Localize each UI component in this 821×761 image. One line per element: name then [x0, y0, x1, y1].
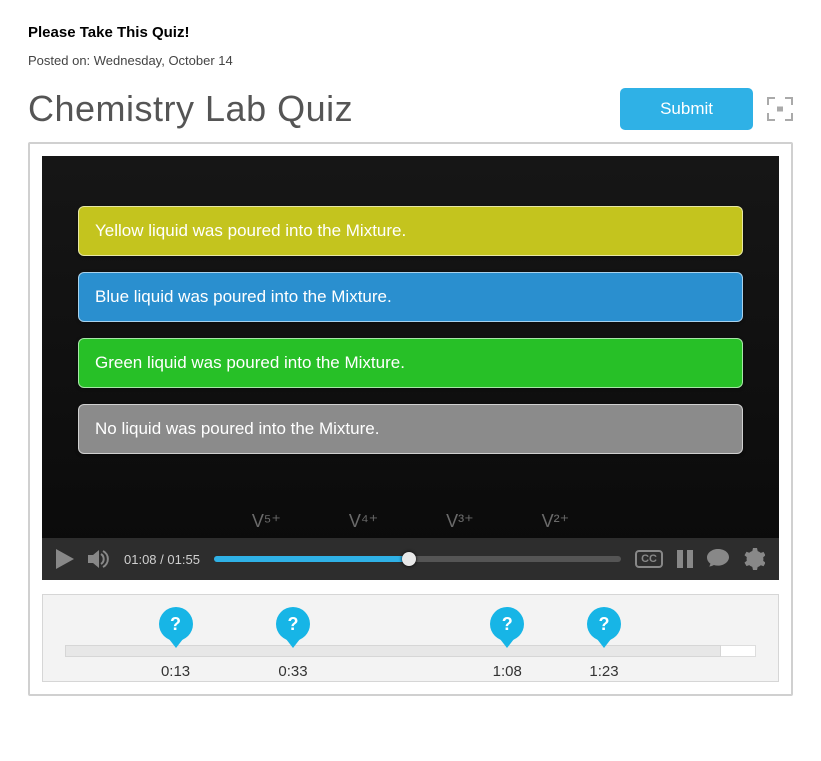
- volume-icon[interactable]: [88, 550, 110, 568]
- timeline-marker: ? 0:13: [159, 607, 193, 680]
- answer-option-green[interactable]: Green liquid was poured into the Mixture…: [78, 338, 743, 388]
- marker-time: 0:33: [278, 663, 307, 680]
- marker-time: 1:08: [493, 663, 522, 680]
- timeline-track: ? 0:13 ? 0:33 ? 1:08 ? 1:23: [65, 617, 756, 661]
- post-title: Please Take This Quiz!: [28, 24, 793, 41]
- post-date: Posted on: Wednesday, October 14: [28, 53, 793, 68]
- answer-options: Yellow liquid was poured into the Mixtur…: [78, 206, 743, 454]
- time-total: 01:55: [167, 552, 200, 567]
- question-pin-icon[interactable]: ?: [159, 607, 193, 641]
- quiz-header: Chemistry Lab Quiz Submit: [28, 88, 793, 130]
- quiz-card: Zn +2VO²⁺ +4H⁺ —>2V³⁺ +Zn²⁺ +H₂O V⁵⁺ V⁴⁺…: [28, 142, 793, 696]
- comment-icon[interactable]: [707, 549, 729, 569]
- timeline-marker: ? 1:23: [587, 607, 621, 680]
- play-icon[interactable]: [56, 549, 74, 569]
- fullscreen-icon[interactable]: [767, 97, 793, 121]
- v-label: V⁴⁺: [349, 511, 378, 532]
- v-label: V⁵⁺: [252, 511, 281, 532]
- video-progress-bar[interactable]: [214, 556, 621, 562]
- timeline-marker: ? 1:08: [490, 607, 524, 680]
- question-pin-icon[interactable]: ?: [490, 607, 524, 641]
- answer-option-yellow[interactable]: Yellow liquid was poured into the Mixtur…: [78, 206, 743, 256]
- answer-option-blue[interactable]: Blue liquid was poured into the Mixture.: [78, 272, 743, 322]
- question-pin-icon[interactable]: ?: [276, 607, 310, 641]
- time-current: 01:08: [124, 552, 157, 567]
- question-pin-icon[interactable]: ?: [587, 607, 621, 641]
- timeline-marker: ? 0:33: [276, 607, 310, 680]
- progress-filled: [214, 556, 409, 562]
- cc-icon[interactable]: CC: [635, 550, 663, 568]
- answer-option-gray[interactable]: No liquid was poured into the Mixture.: [78, 404, 743, 454]
- progress-knob[interactable]: [402, 552, 416, 566]
- marker-time: 1:23: [589, 663, 618, 680]
- video-player: Zn +2VO²⁺ +4H⁺ —>2V³⁺ +Zn²⁺ +H₂O V⁵⁺ V⁴⁺…: [42, 156, 779, 580]
- marker-time: 0:13: [161, 663, 190, 680]
- v-label: V²⁺: [542, 511, 570, 532]
- columns-icon[interactable]: [677, 550, 693, 568]
- video-time: 01:08 / 01:55: [124, 552, 200, 567]
- quiz-title: Chemistry Lab Quiz: [28, 88, 606, 130]
- settings-icon[interactable]: [743, 548, 765, 570]
- video-controls: 01:08 / 01:55 CC: [42, 538, 779, 580]
- video-v-labels: V⁵⁺ V⁴⁺ V³⁺ V²⁺: [252, 511, 569, 532]
- submit-button[interactable]: Submit: [620, 88, 753, 130]
- v-label: V³⁺: [446, 511, 474, 532]
- question-timeline: ? 0:13 ? 0:33 ? 1:08 ? 1:23: [42, 594, 779, 682]
